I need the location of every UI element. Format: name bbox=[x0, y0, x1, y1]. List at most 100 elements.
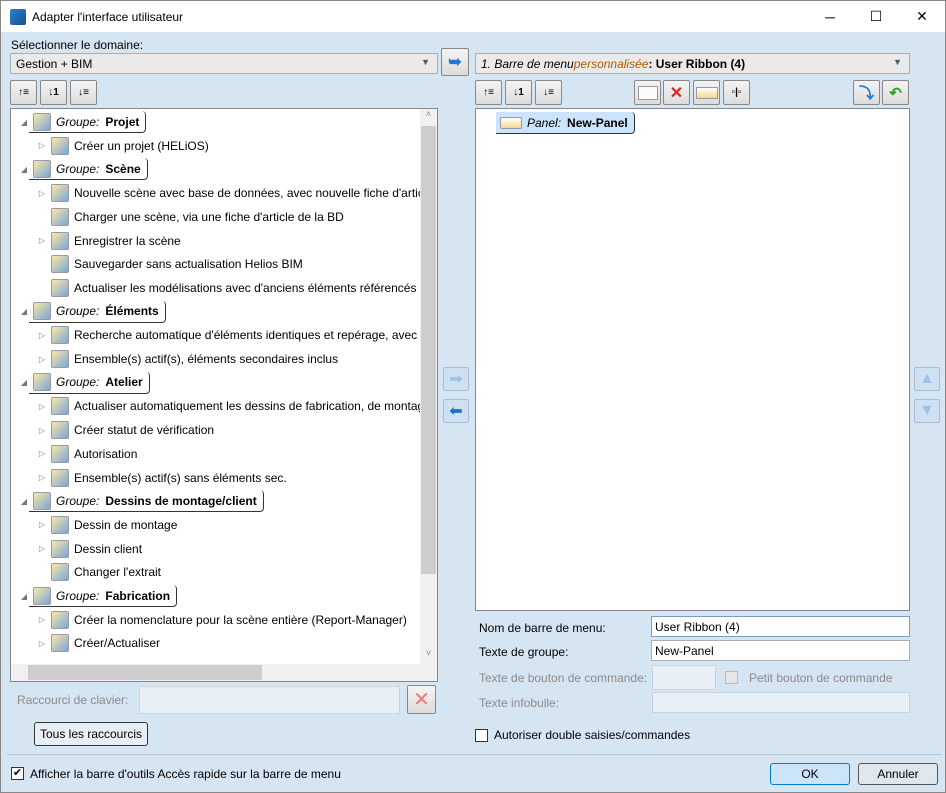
expanded-triangle-icon[interactable]: ◢ bbox=[19, 378, 29, 387]
horizontal-scrollbar[interactable] bbox=[11, 664, 437, 681]
ok-button[interactable]: OK bbox=[770, 763, 850, 785]
tree-group[interactable]: ◢ Groupe: Éléments bbox=[19, 300, 166, 323]
new-tab-button[interactable] bbox=[634, 80, 661, 105]
ribbon-name-input[interactable]: User Ribbon (4) bbox=[651, 616, 910, 637]
tree-group[interactable]: ◢ Groupe: Projet bbox=[19, 111, 147, 133]
group-prefix: Groupe: bbox=[56, 161, 100, 176]
remove-from-ribbon-button[interactable]: ⬅ bbox=[443, 399, 469, 423]
expand-triangle-icon[interactable]: ▷ bbox=[37, 402, 47, 411]
tree-group[interactable]: ◢ Groupe: Dessins de montage/client bbox=[19, 490, 264, 513]
expand-level1-button[interactable]: ↓1 bbox=[40, 80, 67, 105]
clear-shortcut-button[interactable]: ✕ bbox=[407, 685, 436, 714]
right-expand-level1-button[interactable]: ↓1 bbox=[505, 80, 532, 105]
tree-group[interactable]: ◢ Groupe: Atelier bbox=[19, 371, 150, 394]
ribbon-select[interactable]: 1. Barre de menu personnalisée: User Rib… bbox=[475, 53, 910, 74]
maximize-button[interactable]: ☐ bbox=[853, 1, 899, 32]
tree-item[interactable]: ▷ Enregistrer la scène bbox=[37, 230, 181, 252]
separator-button[interactable]: ▫|▫ bbox=[723, 80, 750, 105]
expand-triangle-icon[interactable]: ▷ bbox=[37, 426, 47, 435]
commands-tree[interactable]: ◢ Groupe: Projet ▷ Créer un projet (HELiOS) ◢… bbox=[10, 108, 438, 682]
small-button-checkbox[interactable] bbox=[725, 671, 738, 684]
export-button[interactable]: ↶ bbox=[882, 80, 909, 105]
delete-button[interactable]: ✕ bbox=[663, 80, 690, 105]
expand-triangle-icon[interactable]: ▷ bbox=[37, 355, 47, 364]
tree-item[interactable]: ▷ Ensemble(s) actif(s), éléments secondai… bbox=[37, 348, 338, 370]
import-button[interactable]: ⤵ bbox=[853, 80, 880, 105]
expand-triangle-icon[interactable]: ▷ bbox=[37, 236, 47, 245]
tree-item[interactable]: ▷ Recherche automatique d'éléments identi… bbox=[37, 324, 417, 346]
expanded-triangle-icon[interactable]: ◢ bbox=[19, 118, 29, 127]
expand-triangle-icon[interactable]: ▷ bbox=[37, 189, 47, 198]
new-panel-button[interactable] bbox=[693, 80, 720, 105]
expanded-triangle-icon[interactable]: ◢ bbox=[19, 307, 29, 316]
tree-item[interactable]: ▷ Dessin de montage bbox=[37, 514, 177, 536]
window-title: Adapter l'interface utilisateur bbox=[32, 9, 184, 24]
shortcut-input[interactable] bbox=[139, 686, 400, 714]
group-icon bbox=[33, 373, 51, 392]
group-text-input[interactable]: New-Panel bbox=[651, 640, 910, 661]
delete-x-icon: ✕ bbox=[413, 689, 430, 711]
tree-panel-new-panel[interactable]: Panel: New-Panel bbox=[496, 112, 635, 134]
item-label: Autorisation bbox=[74, 446, 138, 461]
expand-triangle-icon[interactable]: ▷ bbox=[37, 544, 47, 553]
command-icon bbox=[51, 421, 69, 440]
cancel-button[interactable]: Annuler bbox=[858, 763, 938, 785]
expand-triangle-icon[interactable]: ▷ bbox=[37, 520, 47, 529]
expanded-triangle-icon[interactable]: ◢ bbox=[19, 592, 29, 601]
right-collapse-all-button[interactable]: ↑≡ bbox=[475, 80, 502, 105]
tree-item[interactable]: ▷ Nouvelle scène avec base de données, av… bbox=[37, 182, 433, 204]
move-down-button[interactable]: ▼ bbox=[914, 399, 940, 423]
command-icon bbox=[51, 326, 69, 345]
add-to-ribbon-button[interactable]: ➡ bbox=[443, 367, 469, 391]
expand-triangle-icon[interactable]: ▷ bbox=[37, 639, 47, 648]
expand-one-icon: ↓1 bbox=[513, 87, 524, 98]
tree-item[interactable]: ▷ Dessin client bbox=[37, 538, 142, 560]
right-expand-all-button[interactable]: ↓≡ bbox=[535, 80, 562, 105]
quick-access-checkbox[interactable]: ✔ bbox=[11, 767, 24, 780]
ribbon-tree[interactable]: Panel: New-Panel bbox=[475, 108, 910, 611]
all-shortcuts-button[interactable]: Tous les raccourcis bbox=[34, 722, 148, 746]
collapse-all-button[interactable]: ↑≡ bbox=[10, 80, 37, 105]
tree-item[interactable]: Changer l'extrait bbox=[37, 561, 161, 583]
transfer-domain-button[interactable]: ➥ bbox=[441, 48, 469, 76]
hscroll-thumb[interactable] bbox=[28, 665, 262, 680]
tooltip-input[interactable] bbox=[652, 692, 910, 713]
allow-double-checkbox[interactable] bbox=[475, 729, 488, 742]
item-label: Enregistrer la scène bbox=[74, 233, 181, 248]
expanded-triangle-icon[interactable]: ◢ bbox=[19, 497, 29, 506]
minimize-button[interactable]: ─ bbox=[807, 1, 853, 32]
expand-triangle-icon[interactable]: ▷ bbox=[37, 449, 47, 458]
tree-item[interactable]: Sauvegarder sans actualisation Helios BI… bbox=[37, 253, 303, 275]
panel-name: New-Panel bbox=[567, 115, 628, 130]
tree-item[interactable]: ▷ Créer la nomenclature pour la scène ent… bbox=[37, 609, 407, 631]
item-label: Sauvegarder sans actualisation Helios BI… bbox=[74, 257, 303, 272]
tree-item[interactable]: Charger une scène, via une fiche d'artic… bbox=[37, 206, 344, 228]
tree-item[interactable]: ▷ Ensemble(s) actif(s) sans éléments sec. bbox=[37, 467, 287, 489]
expanded-triangle-icon[interactable]: ◢ bbox=[19, 165, 29, 174]
domain-select[interactable]: Gestion + BIM ▼ bbox=[10, 53, 438, 74]
group-text-label: Texte de groupe: bbox=[479, 645, 569, 659]
tree-item[interactable]: ▷ Créer statut de vérification bbox=[37, 419, 214, 441]
command-text-input[interactable] bbox=[652, 665, 716, 690]
scroll-thumb[interactable] bbox=[421, 126, 436, 574]
expand-triangle-icon[interactable]: ▷ bbox=[37, 473, 47, 482]
expand-triangle-icon[interactable]: ▷ bbox=[37, 141, 47, 150]
tree-item[interactable]: ▷ Autorisation bbox=[37, 443, 137, 465]
expand-all-button[interactable]: ↓≡ bbox=[70, 80, 97, 105]
tree-item[interactable]: ▷ Actualiser automatiquement les dessins … bbox=[37, 395, 431, 417]
tree-group[interactable]: ◢ Groupe: Fabrication bbox=[19, 585, 178, 607]
command-icon bbox=[51, 563, 69, 582]
close-button[interactable]: ✕ bbox=[899, 1, 945, 32]
command-icon bbox=[51, 468, 69, 487]
tree-item[interactable]: ▷ Créer un projet (HELiOS) bbox=[37, 135, 209, 157]
small-button-label: Petit bouton de commande bbox=[749, 671, 893, 685]
panel-icon bbox=[695, 86, 718, 99]
tree-group[interactable]: ◢ Groupe: Scène bbox=[19, 158, 148, 181]
tree-item[interactable]: ▷ Créer/Actualiser bbox=[37, 632, 160, 654]
move-up-button[interactable]: ▲ bbox=[914, 367, 940, 391]
group-label: Groupe: Atelier bbox=[29, 371, 150, 394]
expand-triangle-icon[interactable]: ▷ bbox=[37, 615, 47, 624]
tree-item[interactable]: Actualiser les modélisations avec d'anci… bbox=[37, 277, 416, 299]
vertical-scrollbar[interactable]: ˄ ˅ bbox=[420, 109, 437, 665]
expand-triangle-icon[interactable]: ▷ bbox=[37, 331, 47, 340]
